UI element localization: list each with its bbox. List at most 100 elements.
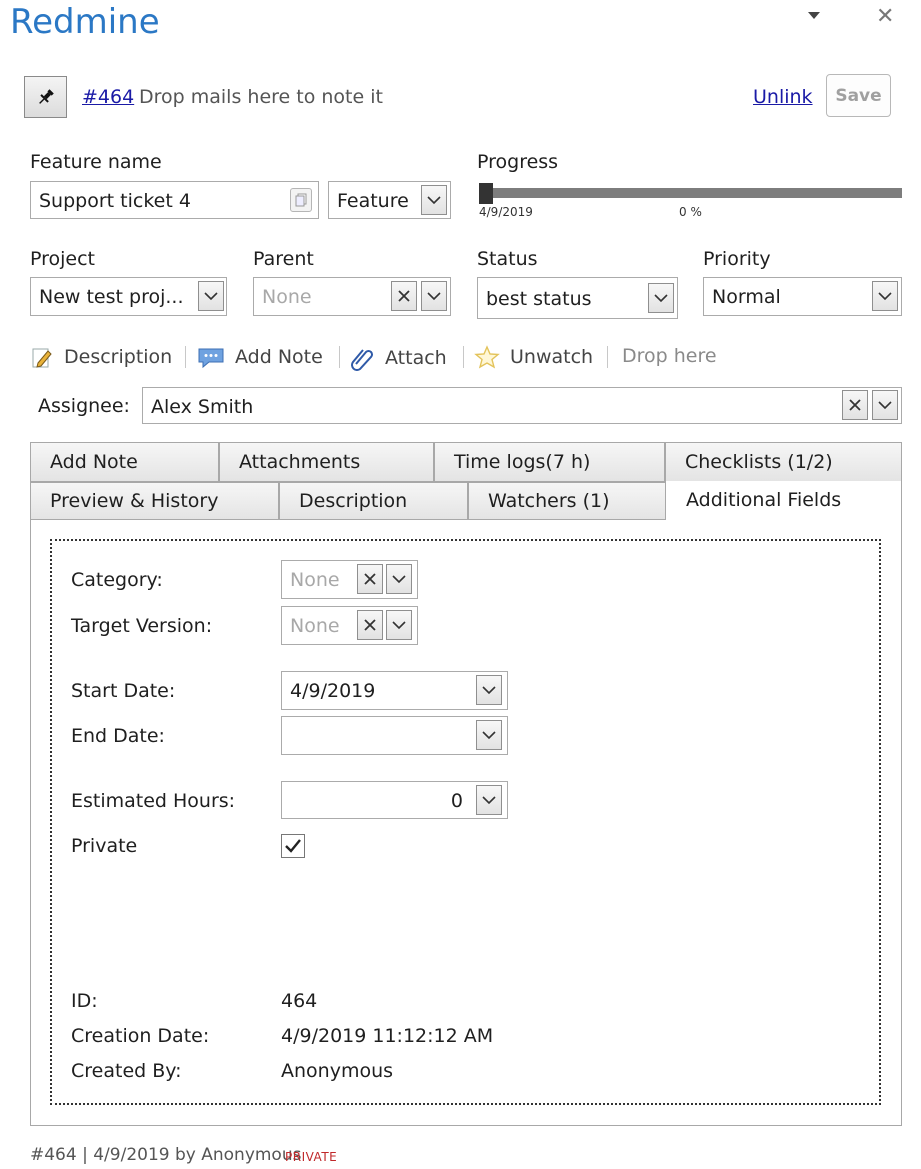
progress-bar-track[interactable]: [493, 188, 902, 198]
copy-icon[interactable]: [290, 188, 312, 212]
start-date-picker[interactable]: 4/9/2019: [281, 671, 508, 710]
priority-select[interactable]: Normal: [703, 277, 902, 316]
attach-label: Attach: [385, 347, 447, 369]
clear-icon[interactable]: [357, 610, 383, 640]
chevron-down-icon[interactable]: [421, 281, 447, 311]
target-version-label: Target Version:: [71, 615, 213, 637]
assignee-label: Assignee:: [38, 395, 130, 417]
unwatch-button[interactable]: Unwatch: [474, 345, 593, 369]
chevron-down-icon[interactable]: [476, 720, 502, 750]
category-placeholder: None: [290, 569, 340, 591]
tab-watchers[interactable]: Watchers (1): [468, 482, 666, 520]
description-label: Description: [64, 346, 173, 368]
clear-icon[interactable]: [391, 281, 417, 311]
chevron-down-icon[interactable]: [386, 564, 412, 594]
start-date-value: 4/9/2019: [290, 680, 376, 702]
category-select[interactable]: None: [281, 560, 418, 599]
note-icon: [198, 348, 224, 369]
chevron-down-icon[interactable]: [386, 610, 412, 640]
clear-icon[interactable]: [842, 390, 868, 420]
toolbar-divider: [185, 346, 186, 368]
assignee-value: Alex Smith: [151, 396, 254, 418]
tab-checklists[interactable]: Checklists (1/2): [665, 442, 902, 482]
target-version-placeholder: None: [290, 615, 340, 637]
clear-icon[interactable]: [357, 564, 383, 594]
attach-button[interactable]: Attach: [349, 345, 447, 371]
toolbar-divider: [463, 346, 464, 368]
chevron-down-icon[interactable]: [198, 281, 224, 311]
unlink-link[interactable]: Unlink: [753, 86, 813, 108]
tab-preview-history[interactable]: Preview & History: [30, 482, 279, 520]
private-label: Private: [71, 835, 138, 857]
unwatch-label: Unwatch: [510, 346, 594, 368]
private-checkbox[interactable]: [281, 834, 305, 858]
progress-slider-handle[interactable]: [479, 183, 493, 204]
feature-name-label: Feature name: [30, 151, 162, 173]
project-label: Project: [30, 248, 96, 270]
priority-label: Priority: [703, 248, 771, 270]
creation-date-value: 4/9/2019 11:12:12 AM: [281, 1025, 494, 1047]
pin-icon: [38, 89, 54, 104]
drop-mails-hint: Drop mails here to note it: [139, 86, 383, 108]
feature-name-input[interactable]: Support ticket 4: [30, 181, 319, 219]
chevron-down-icon[interactable]: [872, 390, 898, 420]
tracker-value: Feature: [337, 190, 409, 212]
id-label: ID:: [71, 990, 98, 1012]
end-date-label: End Date:: [71, 725, 165, 747]
progress-percent: 0 %: [679, 205, 702, 219]
project-select[interactable]: New test proj...: [30, 277, 227, 316]
pin-button[interactable]: [24, 76, 67, 118]
parent-placeholder: None: [262, 286, 312, 308]
project-value: New test proj...: [39, 286, 184, 308]
toolbar-divider: [607, 346, 608, 368]
category-label: Category:: [71, 569, 163, 591]
assignee-select[interactable]: Alex Smith: [142, 387, 902, 424]
status-select[interactable]: best status: [477, 277, 678, 319]
tab-attachments[interactable]: Attachments: [219, 442, 434, 482]
checkmark-icon: [285, 839, 301, 853]
estimated-hours-label: Estimated Hours:: [71, 790, 236, 812]
drop-here-zone[interactable]: Drop here: [622, 345, 717, 367]
save-button[interactable]: Save: [826, 74, 891, 117]
start-date-label: Start Date:: [71, 680, 176, 702]
private-badge: PRIVATE: [285, 1150, 338, 1164]
priority-value: Normal: [712, 286, 781, 308]
created-by-label: Created By:: [71, 1060, 182, 1082]
close-icon[interactable]: ✕: [876, 4, 894, 29]
toolbar-divider: [339, 346, 340, 368]
feature-name-value: Support ticket 4: [39, 190, 191, 212]
created-by-value: Anonymous: [281, 1060, 394, 1082]
tab-description[interactable]: Description: [279, 482, 468, 520]
chevron-down-icon[interactable]: [648, 283, 674, 313]
star-icon: [474, 345, 500, 369]
footer-info: #464 | 4/9/2019 by Anonymous: [30, 1145, 302, 1165]
chevron-down-icon[interactable]: [421, 185, 447, 215]
description-button[interactable]: Description: [30, 345, 172, 369]
chevron-down-icon[interactable]: [476, 675, 502, 705]
creation-date-label: Creation Date:: [71, 1025, 210, 1047]
progress-date: 4/9/2019: [479, 205, 533, 219]
estimated-hours-value: 0: [450, 790, 463, 812]
app-title: Redmine: [10, 2, 160, 42]
chevron-down-icon[interactable]: [476, 785, 502, 815]
tracker-select[interactable]: Feature: [328, 181, 451, 219]
status-value: best status: [486, 288, 592, 310]
chevron-down-icon[interactable]: [872, 281, 898, 311]
status-label: Status: [477, 248, 538, 270]
add-note-label: Add Note: [235, 346, 323, 368]
add-note-button[interactable]: Add Note: [197, 345, 323, 369]
parent-label: Parent: [253, 248, 314, 270]
parent-select[interactable]: None: [253, 277, 451, 316]
issue-link[interactable]: #464: [82, 86, 134, 108]
tab-additional-fields[interactable]: Additional Fields: [666, 481, 902, 519]
end-date-picker[interactable]: [281, 716, 508, 755]
progress-label: Progress: [477, 151, 559, 173]
id-value: 464: [281, 990, 318, 1012]
target-version-select[interactable]: None: [281, 606, 418, 645]
tab-time-logs[interactable]: Time logs(7 h): [434, 442, 665, 482]
estimated-hours-input[interactable]: 0: [281, 781, 508, 819]
tab-add-note[interactable]: Add Note: [30, 442, 219, 482]
paperclip-icon: [351, 349, 374, 371]
chevron-down-icon[interactable]: [808, 12, 820, 19]
pencil-icon: [32, 348, 52, 368]
